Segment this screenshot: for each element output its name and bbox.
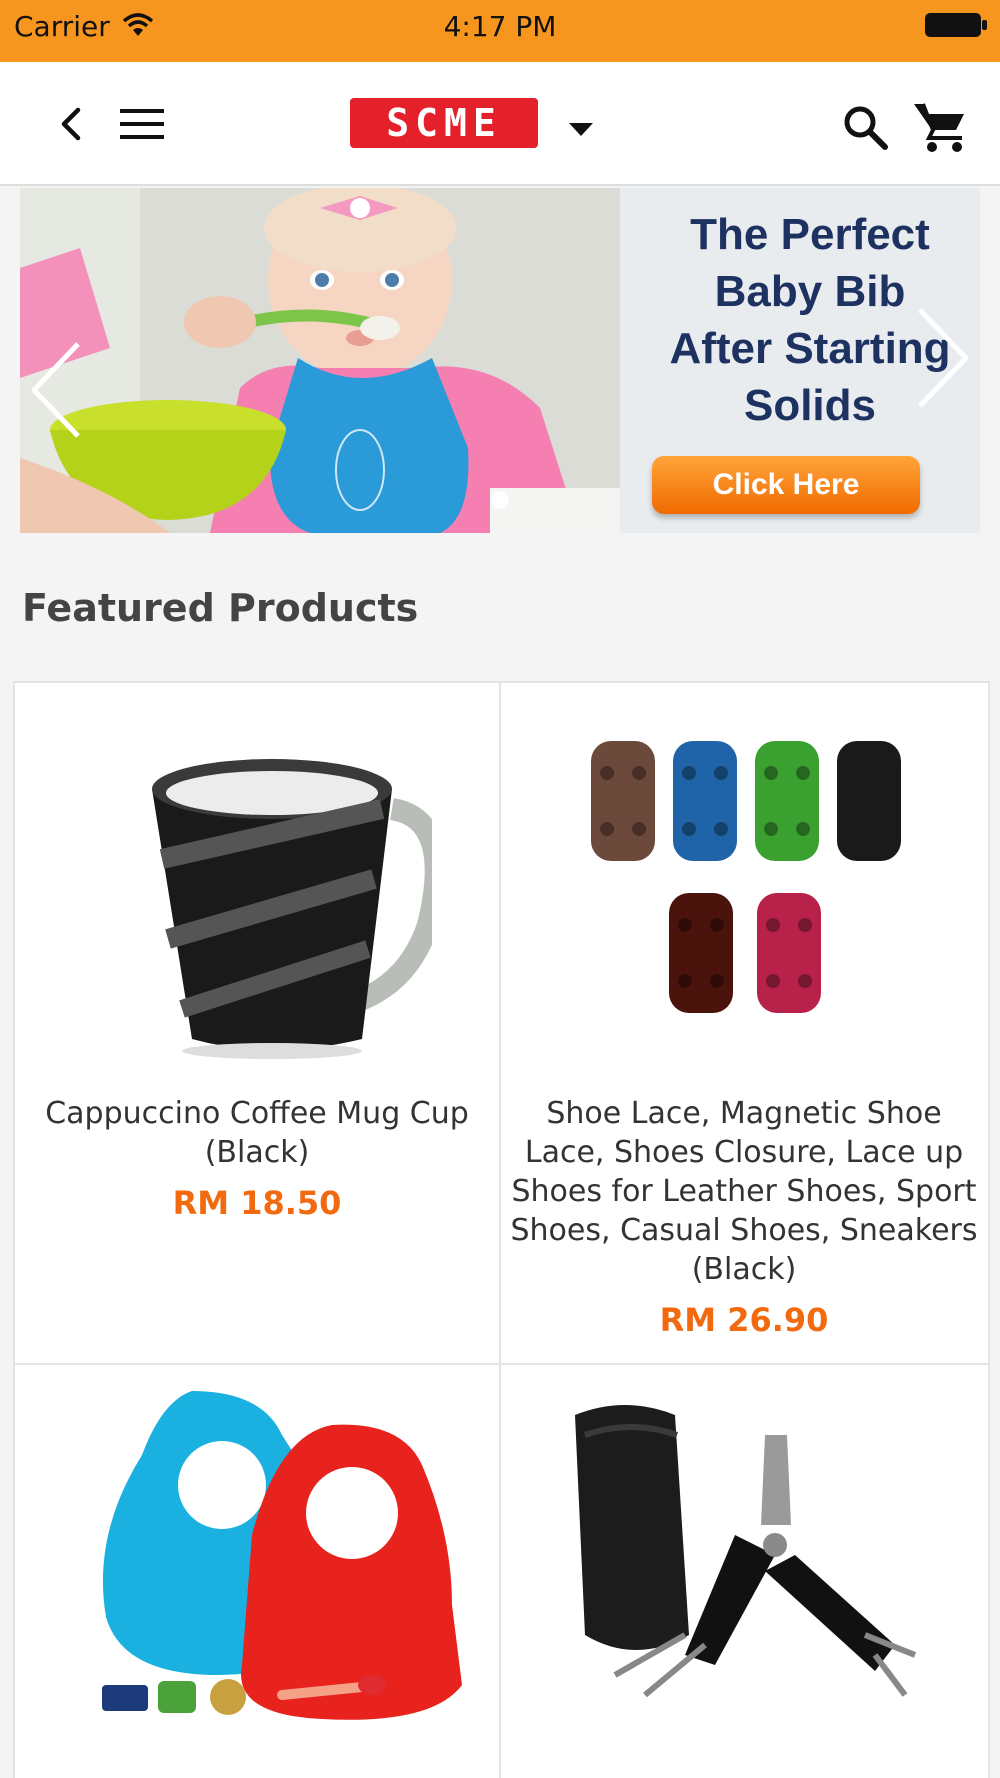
status-bar: Carrier 4:17 PM xyxy=(0,0,1000,62)
product-name[interactable]: Shoe Lace, Magnetic Shoe Lace, Shoes Clo… xyxy=(501,1094,987,1289)
coffee-mug-image xyxy=(152,759,432,1059)
back-icon[interactable] xyxy=(52,102,88,146)
product-price: RM 18.50 xyxy=(172,1184,342,1222)
product-card[interactable] xyxy=(14,1365,500,1778)
battery-icon xyxy=(925,13,987,37)
store-logo[interactable]: SCME xyxy=(350,98,538,148)
product-card[interactable]: Shoe Lace, Magnetic Shoe Lace, Shoes Clo… xyxy=(501,683,987,1363)
product-name[interactable]: Cappuccino Coffee Mug Cup (Black) xyxy=(14,1094,500,1172)
silicone-baby-bibs-image xyxy=(102,1391,462,1720)
search-icon[interactable] xyxy=(840,102,890,152)
chevron-right-icon[interactable] xyxy=(912,306,972,410)
carousel-page-indicator[interactable] xyxy=(491,491,509,509)
menu-icon[interactable] xyxy=(118,106,166,142)
shoe-clip xyxy=(591,741,901,1013)
promo-banner[interactable]: The Perfect Baby Bib After Starting Soli… xyxy=(20,188,980,533)
dropdown-icon[interactable] xyxy=(567,120,595,138)
magnetic-shoe-lace-image xyxy=(591,741,901,1013)
clock: 4:17 PM xyxy=(443,10,557,43)
chevron-left-icon[interactable] xyxy=(28,340,88,440)
banner-headline-line: The Perfect xyxy=(690,210,930,259)
product-card[interactable] xyxy=(501,1365,987,1778)
featured-products-heading: Featured Products xyxy=(22,586,419,630)
product-card[interactable]: Cappuccino Coffee Mug Cup (Black) RM 18.… xyxy=(14,683,500,1363)
app-header: SCME xyxy=(0,62,1000,186)
product-price: RM 26.90 xyxy=(659,1301,829,1339)
banner-click-here-button[interactable]: Click Here xyxy=(652,456,920,514)
cart-icon[interactable] xyxy=(912,100,968,154)
store-logo-text: SCME xyxy=(386,101,502,145)
multi-tool-pliers-image xyxy=(575,1405,917,1698)
